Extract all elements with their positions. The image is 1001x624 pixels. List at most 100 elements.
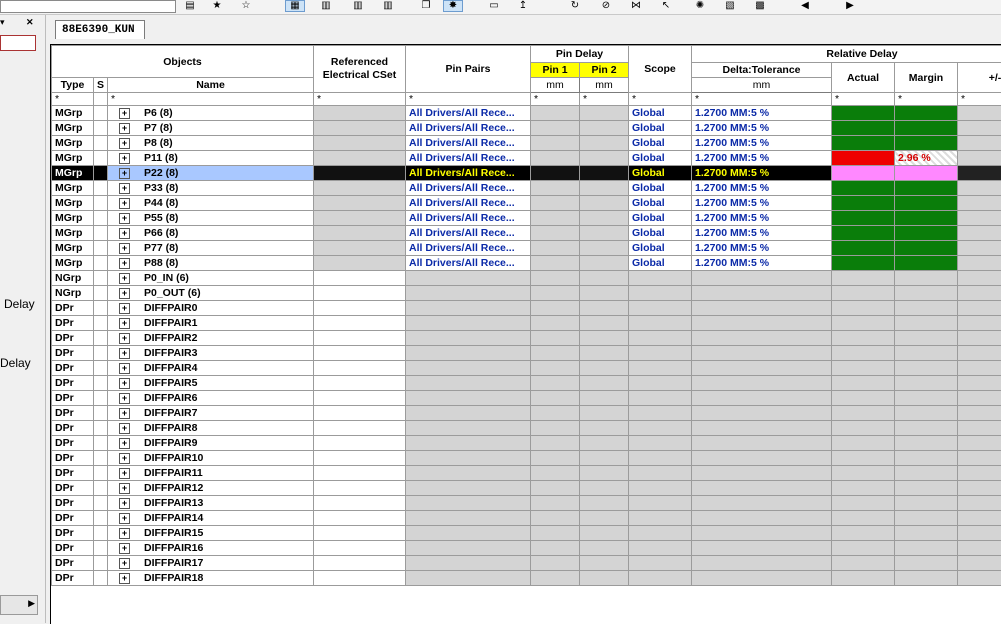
delta-tolerance-cell[interactable]: 1.2700 MM:5 % — [692, 106, 832, 121]
name-cell[interactable]: +DIFFPAIR4 — [108, 361, 314, 376]
empty-cell[interactable] — [958, 421, 1001, 436]
empty-cell[interactable] — [692, 556, 832, 571]
pin-pairs-cell[interactable]: All Drivers/All Rece... — [406, 256, 531, 271]
scope-cell[interactable]: Global — [629, 136, 692, 151]
name-cell[interactable]: +P0_IN (6) — [108, 271, 314, 286]
name-cell[interactable]: +DIFFPAIR16 — [108, 541, 314, 556]
filter-cell[interactable]: * — [406, 93, 531, 106]
expand-icon[interactable]: + — [119, 288, 130, 299]
ref-cset-cell[interactable] — [314, 286, 406, 301]
table-row[interactable]: MGrp+P44 (8)All Drivers/All Rece...Globa… — [52, 196, 1001, 211]
empty-cell[interactable] — [895, 421, 958, 436]
empty-cell[interactable] — [580, 466, 629, 481]
ref-cset-cell[interactable] — [314, 241, 406, 256]
expand-icon[interactable]: + — [119, 213, 130, 224]
empty-cell[interactable] — [832, 421, 895, 436]
name-cell[interactable]: +DIFFPAIR8 — [108, 421, 314, 436]
table-row[interactable]: MGrp+P55 (8)All Drivers/All Rece...Globa… — [52, 211, 1001, 226]
empty-cell[interactable] — [692, 496, 832, 511]
empty-cell[interactable] — [531, 511, 580, 526]
actual-cell[interactable] — [832, 211, 895, 226]
name-cell[interactable]: +P22 (8) — [108, 166, 314, 181]
filter-cell[interactable]: * — [531, 93, 580, 106]
empty-cell[interactable] — [958, 406, 1001, 421]
empty-cell[interactable] — [580, 391, 629, 406]
empty-cell[interactable] — [958, 466, 1001, 481]
s-cell[interactable] — [94, 136, 108, 151]
scope-cell[interactable]: Global — [629, 256, 692, 271]
type-cell[interactable]: MGrp — [52, 241, 94, 256]
empty-cell[interactable] — [531, 346, 580, 361]
scope-cell[interactable]: Global — [629, 196, 692, 211]
type-cell[interactable]: MGrp — [52, 226, 94, 241]
empty-cell[interactable] — [832, 406, 895, 421]
type-header[interactable]: Type — [52, 78, 94, 93]
ref-cset-cell[interactable] — [314, 541, 406, 556]
s-cell[interactable] — [94, 376, 108, 391]
margin-cell[interactable] — [895, 136, 958, 151]
s-cell[interactable] — [94, 226, 108, 241]
s-cell[interactable] — [94, 571, 108, 586]
margin-cell[interactable] — [895, 196, 958, 211]
name-cell[interactable]: +DIFFPAIR0 — [108, 301, 314, 316]
name-cell[interactable]: +P7 (8) — [108, 121, 314, 136]
expand-icon[interactable]: + — [119, 318, 130, 329]
pin1-cell[interactable] — [531, 196, 580, 211]
table-row[interactable]: MGrp+P22 (8)All Drivers/All Rece...Globa… — [52, 166, 1001, 181]
expand-icon[interactable]: + — [119, 573, 130, 584]
empty-cell[interactable] — [958, 331, 1001, 346]
empty-cell[interactable] — [406, 436, 531, 451]
table-row[interactable]: DPr +DIFFPAIR0 — [52, 301, 1001, 316]
name-cell[interactable]: +DIFFPAIR7 — [108, 406, 314, 421]
copy-icon[interactable]: ❐ — [416, 0, 436, 12]
empty-cell[interactable] — [531, 271, 580, 286]
expand-icon[interactable]: + — [119, 198, 130, 209]
empty-cell[interactable] — [692, 541, 832, 556]
empty-cell[interactable] — [832, 301, 895, 316]
pin1-cell[interactable] — [531, 226, 580, 241]
empty-cell[interactable] — [958, 481, 1001, 496]
type-cell[interactable]: DPr — [52, 301, 94, 316]
empty-cell[interactable] — [629, 316, 692, 331]
name-cell[interactable]: +P77 (8) — [108, 241, 314, 256]
empty-cell[interactable] — [958, 361, 1001, 376]
empty-cell[interactable] — [629, 511, 692, 526]
empty-cell[interactable] — [629, 496, 692, 511]
expand-icon[interactable]: + — [119, 258, 130, 269]
name-cell[interactable]: +DIFFPAIR15 — [108, 526, 314, 541]
pin-pairs-cell[interactable]: All Drivers/All Rece... — [406, 151, 531, 166]
empty-cell[interactable] — [629, 391, 692, 406]
type-cell[interactable]: DPr — [52, 571, 94, 586]
empty-cell[interactable] — [580, 376, 629, 391]
empty-cell[interactable] — [958, 376, 1001, 391]
empty-cell[interactable] — [692, 481, 832, 496]
table-icon[interactable]: ▥ — [348, 0, 368, 12]
empty-cell[interactable] — [832, 391, 895, 406]
empty-cell[interactable] — [895, 436, 958, 451]
ref-cset-cell[interactable] — [314, 496, 406, 511]
table-row[interactable]: MGrp+P77 (8)All Drivers/All Rece...Globa… — [52, 241, 1001, 256]
empty-cell[interactable] — [531, 376, 580, 391]
empty-cell[interactable] — [580, 301, 629, 316]
pin2-unit[interactable]: mm — [580, 78, 629, 93]
delta-tolerance-cell[interactable]: 1.2700 MM:5 % — [692, 226, 832, 241]
expand-icon[interactable]: + — [119, 483, 130, 494]
ref-cset-cell[interactable] — [314, 256, 406, 271]
table-row[interactable]: DPr+DIFFPAIR6 — [52, 391, 1001, 406]
empty-cell[interactable] — [531, 391, 580, 406]
plusminus-cell[interactable] — [958, 121, 1001, 136]
empty-cell[interactable] — [629, 556, 692, 571]
ref-cset-cell[interactable] — [314, 406, 406, 421]
filter-cell[interactable]: * — [314, 93, 406, 106]
empty-cell[interactable] — [406, 421, 531, 436]
empty-cell[interactable] — [406, 496, 531, 511]
empty-cell[interactable] — [958, 556, 1001, 571]
type-cell[interactable]: DPr — [52, 526, 94, 541]
table-row[interactable]: MGrp+P11 (8)All Drivers/All Rece...Globa… — [52, 151, 1001, 166]
pin-pairs-cell[interactable]: All Drivers/All Rece... — [406, 136, 531, 151]
empty-cell[interactable] — [692, 511, 832, 526]
empty-cell[interactable] — [832, 346, 895, 361]
empty-cell[interactable] — [895, 391, 958, 406]
pin2-cell[interactable] — [580, 106, 629, 121]
name-header[interactable]: Name — [108, 78, 314, 93]
